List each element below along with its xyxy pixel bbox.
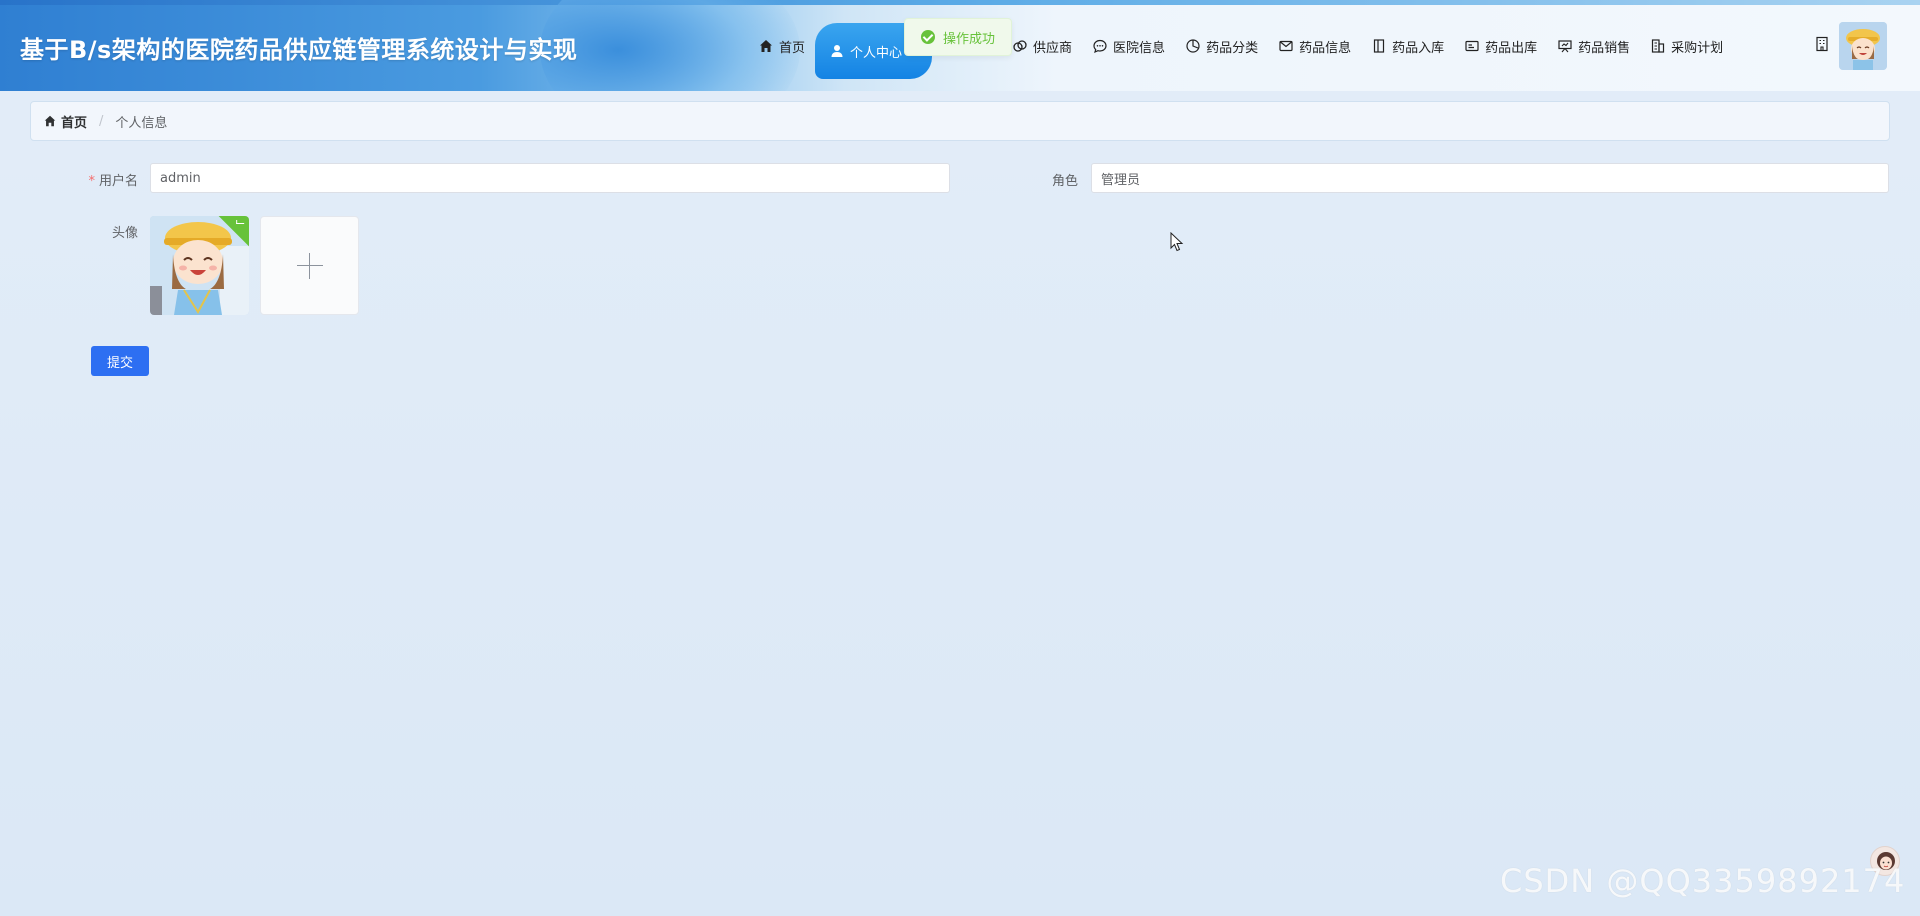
- home-icon: [758, 38, 774, 54]
- door-icon: [1371, 38, 1387, 54]
- nav-item-drug-info[interactable]: 药品信息: [1268, 24, 1361, 68]
- watermark: CSDN @QQ3359892174: [1500, 862, 1906, 900]
- breadcrumb-separator: /: [99, 113, 104, 129]
- breadcrumb-current: 个人信息: [115, 115, 168, 131]
- nav-item-drug-inbound[interactable]: 药品入库: [1361, 24, 1454, 68]
- nav-item-home[interactable]: 首页: [748, 24, 815, 68]
- nav-item-hospital-info[interactable]: 医院信息: [1082, 24, 1175, 68]
- role-input[interactable]: [1091, 163, 1889, 193]
- mail-icon: [1278, 38, 1294, 54]
- user-icon: [829, 43, 845, 59]
- nav-item-drug-sales[interactable]: 药品销售: [1547, 24, 1640, 68]
- avatar-label: 头像: [111, 226, 138, 241]
- office-icon: [1650, 38, 1666, 54]
- nav-item-drug-outbound[interactable]: 药品出库: [1454, 24, 1547, 68]
- toast-message: 操作成功: [943, 31, 996, 47]
- check-circle-icon: [921, 30, 935, 44]
- breadcrumb-home[interactable]: 首页: [43, 112, 87, 131]
- username-input[interactable]: [150, 163, 950, 193]
- required-marker: *: [88, 174, 95, 189]
- page: 基于B/s架构的医院药品供应链管理系统设计与实现 首页 个人中心 供应商 医院信…: [0, 0, 1920, 916]
- submit-button[interactable]: 提交: [91, 346, 149, 376]
- username-label: * 用户名: [88, 174, 138, 189]
- header-avatar[interactable]: [1839, 22, 1887, 70]
- building-icon[interactable]: [1814, 36, 1830, 52]
- pie-icon: [1185, 38, 1201, 54]
- mouse-cursor-icon: [1170, 232, 1184, 252]
- presentation-icon: [1557, 38, 1573, 54]
- home-icon: [44, 115, 56, 127]
- success-toast: 操作成功: [904, 18, 1012, 56]
- breadcrumb: 首页 / 个人信息: [30, 101, 1890, 141]
- nav-item-purchase-plan[interactable]: 采购计划: [1640, 24, 1733, 68]
- site-title: 基于B/s架构的医院药品供应链管理系统设计与实现: [20, 36, 578, 64]
- avatar-preview[interactable]: [150, 216, 249, 315]
- card-icon: [1464, 38, 1480, 54]
- nav-item-drug-category[interactable]: 药品分类: [1175, 24, 1268, 68]
- chat-icon: [1092, 38, 1108, 54]
- link-icon: [1012, 38, 1028, 54]
- top-nav: 首页 个人中心 供应商 医院信息 药品分类 药品信息 药品入库 药品出库 药品销…: [748, 23, 1733, 79]
- avatar-upload-button[interactable]: [260, 216, 359, 315]
- plus-icon: [296, 252, 323, 279]
- role-label: 角色: [1051, 174, 1078, 189]
- nav-item-supplier[interactable]: 供应商: [1002, 24, 1082, 68]
